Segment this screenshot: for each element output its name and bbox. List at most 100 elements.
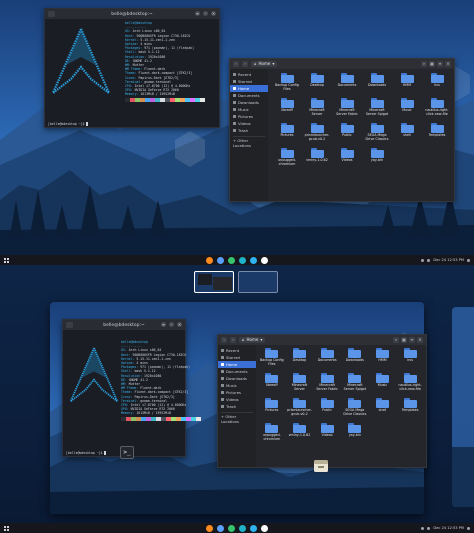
- close-icon[interactable]: ×: [177, 322, 182, 327]
- folder-item[interactable]: Minecraft Server Spigot: [362, 97, 392, 120]
- system-tray[interactable]: Dec 24 12:53 PM: [421, 258, 470, 262]
- dock-app-icon-3[interactable]: [228, 256, 235, 264]
- folder-item[interactable]: Desktop: [302, 72, 332, 95]
- folder-item[interactable]: unpugged-chromium: [272, 147, 302, 170]
- app-grid-icon[interactable]: [4, 525, 9, 531]
- dock-app-icon-2[interactable]: [217, 524, 224, 532]
- folder-item[interactable]: HMM: [369, 347, 397, 370]
- folder-item[interactable]: kvs: [422, 72, 452, 95]
- folder-item[interactable]: Documents: [313, 347, 341, 370]
- folder-item[interactable]: Pictures: [258, 397, 286, 420]
- sidebar-item-trash[interactable]: Trash: [230, 127, 268, 134]
- terminal-titlebar[interactable]: belle@bdesktop:~ ≡ – ×: [45, 9, 219, 19]
- folder-item[interactable]: prismlauncher-gcub-v0.2: [302, 122, 332, 145]
- volume-icon[interactable]: [427, 258, 431, 262]
- sidebar-item-recent[interactable]: Recent: [230, 71, 268, 78]
- menu-icon[interactable]: ≡: [409, 337, 415, 343]
- folder-item[interactable]: nautilus-right-click-new-file: [396, 372, 424, 395]
- terminal-window-overview[interactable]: belle@bdesktop:~ ≡ – × belle@bdesktop --…: [62, 319, 201, 457]
- folder-item[interactable]: unpugged-chromium: [258, 422, 286, 445]
- sidebar-item-trash[interactable]: Trash: [218, 403, 256, 410]
- folder-item[interactable]: shell: [369, 397, 397, 420]
- terminal-prompt[interactable]: [belle@bdesktop ~]$: [48, 122, 89, 126]
- folder-item[interactable]: SEGA Mega Drive Classics: [362, 122, 392, 145]
- folder-item[interactable]: Downloads: [341, 347, 369, 370]
- sidebar-item-other-locations[interactable]: + Other Locations: [218, 414, 256, 424]
- folder-item[interactable]: vminy-1.0.62: [302, 147, 332, 170]
- sidebar-item-downloads[interactable]: Downloads: [230, 99, 268, 106]
- forward-icon[interactable]: ›: [242, 61, 248, 67]
- clock[interactable]: Dec 24 12:53 PM: [433, 526, 464, 530]
- dock-app-icon-1[interactable]: [206, 256, 213, 264]
- folder-item[interactable]: Backup Config Files: [272, 72, 302, 95]
- sidebar-item-downloads[interactable]: Downloads: [218, 375, 256, 382]
- close-icon[interactable]: ×: [417, 337, 423, 343]
- system-tray[interactable]: Dec 24 12:53 PM: [421, 526, 470, 530]
- sidebar-item-pictures[interactable]: Pictures: [218, 389, 256, 396]
- folder-item[interactable]: Music: [369, 372, 397, 395]
- dock-app-icon-2[interactable]: [217, 256, 224, 264]
- dock-app-icon-1[interactable]: [206, 524, 213, 532]
- file-manager-headerbar[interactable]: ‹ › ⌂ Home ▾ ⌕ ▦ ≡ ×: [218, 335, 426, 345]
- dock-app-icon-3[interactable]: [228, 524, 235, 532]
- network-icon[interactable]: [421, 258, 425, 262]
- sidebar-item-home[interactable]: Home: [230, 85, 268, 92]
- close-icon[interactable]: ×: [445, 61, 451, 67]
- next-workspace-peek[interactable]: [452, 307, 474, 507]
- clock[interactable]: Dec 24 12:53 PM: [433, 258, 464, 262]
- folder-item[interactable]: nautilus-right-click-new-file: [422, 97, 452, 120]
- dock-app-icon-6[interactable]: [261, 524, 268, 532]
- forward-icon[interactable]: ›: [230, 337, 236, 343]
- folder-item[interactable]: Pictures: [272, 122, 302, 145]
- sidebar-item-home[interactable]: Home: [218, 361, 256, 368]
- folder-item[interactable]: Public: [313, 397, 341, 420]
- menu-icon[interactable]: ≡: [195, 11, 200, 16]
- sidebar-item-music[interactable]: Music: [230, 106, 268, 113]
- folder-item[interactable]: Desktop: [286, 347, 314, 370]
- folder-item[interactable]: Minecraft Server: [286, 372, 314, 395]
- network-icon[interactable]: [421, 526, 425, 530]
- minimize-icon[interactable]: –: [169, 322, 174, 327]
- folder-item[interactable]: vminy-1.0.62: [286, 422, 314, 445]
- sidebar-item-documents[interactable]: Documents: [230, 92, 268, 99]
- folder-item[interactable]: Templates: [422, 122, 452, 145]
- folder-item[interactable]: Music: [392, 97, 422, 120]
- sidebar-item-starred[interactable]: Starred: [230, 78, 268, 85]
- folder-item[interactable]: SEGA Mega Drive Classics: [341, 397, 369, 420]
- power-icon[interactable]: [467, 258, 470, 262]
- folder-item[interactable]: Downloads: [362, 72, 392, 95]
- folder-item[interactable]: kvs: [396, 347, 424, 370]
- folder-item[interactable]: yay-bin: [362, 147, 392, 170]
- terminal-prompt[interactable]: [belle@bdesktop ~]$: [66, 451, 107, 455]
- folder-item[interactable]: Backup Config Files: [258, 347, 286, 370]
- sidebar-item-videos[interactable]: Videos: [218, 396, 256, 403]
- sidebar-item-documents[interactable]: Documents: [218, 368, 256, 375]
- search-icon[interactable]: ⌕: [421, 61, 427, 67]
- folder-item[interactable]: prismlauncher-gcub-v0.2: [286, 397, 314, 420]
- file-manager-window[interactable]: ‹ › ⌂ Home ▾ ⌕ ▦ ≡ × Recent Starred Home Do…: [229, 58, 455, 202]
- new-tab-icon[interactable]: [66, 322, 73, 328]
- minimize-icon[interactable]: –: [203, 11, 208, 16]
- close-icon[interactable]: ×: [211, 11, 216, 16]
- folder-item[interactable]: shell: [392, 122, 422, 145]
- folder-item[interactable]: Documents: [332, 72, 362, 95]
- app-grid-icon[interactable]: [4, 257, 9, 263]
- file-manager-window-overview[interactable]: ‹ › ⌂ Home ▾ ⌕ ▦ ≡ × Recent Starred Home Do…: [217, 334, 427, 468]
- sidebar-item-starred[interactable]: Starred: [218, 354, 256, 361]
- new-tab-icon[interactable]: [48, 11, 55, 17]
- path-bar-home[interactable]: ⌂ Home ▾: [251, 61, 278, 67]
- folder-item[interactable]: libreoff: [258, 372, 286, 395]
- folder-item[interactable]: Minecraft Server: [302, 97, 332, 120]
- sidebar-item-music[interactable]: Music: [218, 382, 256, 389]
- power-icon[interactable]: [467, 526, 470, 530]
- folder-item[interactable]: HMM: [392, 72, 422, 95]
- sidebar-item-pictures[interactable]: Pictures: [230, 113, 268, 120]
- view-icon[interactable]: ▦: [429, 61, 435, 67]
- folder-item[interactable]: Minecraft Server Fabric: [332, 97, 362, 120]
- workspace-thumbnail-1[interactable]: [194, 271, 234, 293]
- folder-item[interactable]: libreoff: [272, 97, 302, 120]
- folder-item[interactable]: Public: [332, 122, 362, 145]
- path-bar-home[interactable]: ⌂ Home ▾: [239, 337, 266, 343]
- terminal-window[interactable]: belle@bdesktop:~ ≡ – × belle@bdesktop --…: [44, 8, 220, 128]
- dock-app-icon-4[interactable]: [239, 524, 246, 532]
